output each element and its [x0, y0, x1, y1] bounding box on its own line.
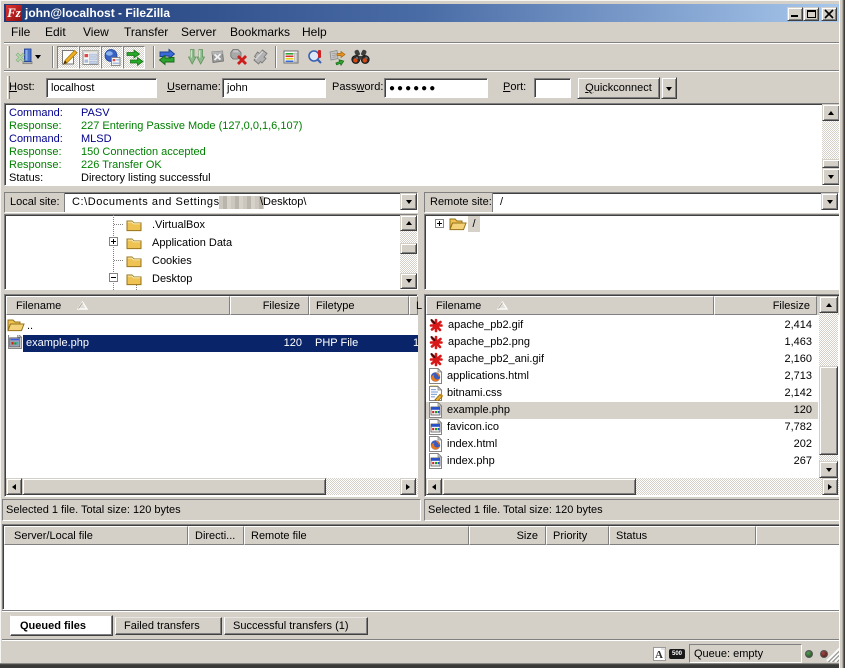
svg-text:A: A: [655, 649, 663, 661]
